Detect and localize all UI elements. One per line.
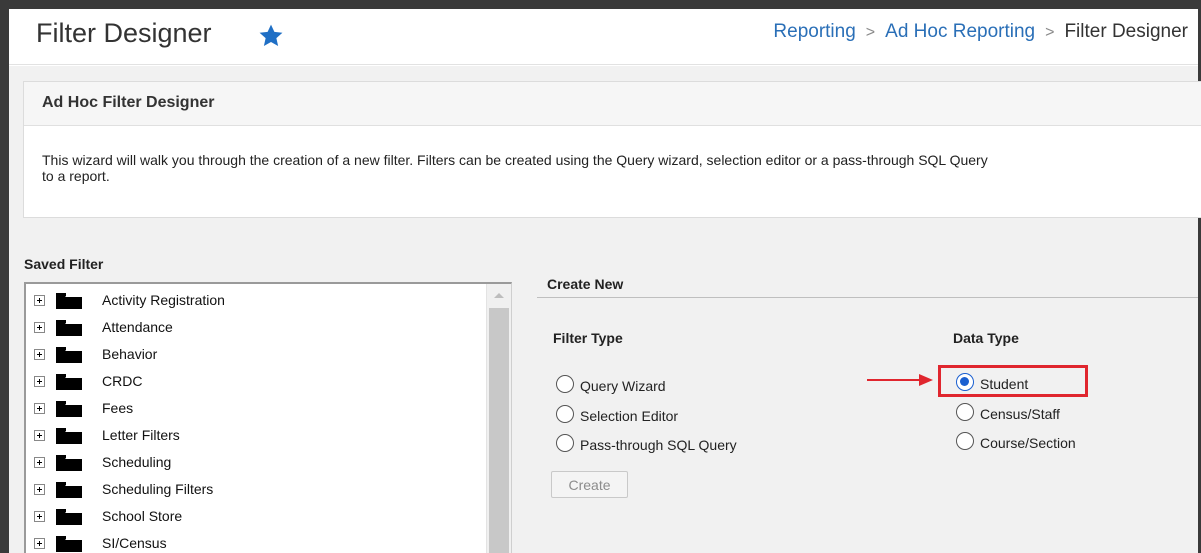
- tree-item-school-store[interactable]: School Store: [34, 506, 182, 526]
- tree-item-crdc[interactable]: CRDC: [34, 371, 142, 391]
- saved-filter-tree[interactable]: Activity Registration Attendance Behavio…: [24, 282, 512, 553]
- plus-box-icon[interactable]: [34, 294, 45, 306]
- radio-button[interactable]: [556, 375, 574, 393]
- folder-icon: [56, 400, 82, 417]
- filter-type-option-pass-through-sql[interactable]: Pass-through SQL Query: [556, 432, 737, 454]
- plus-box-icon[interactable]: [34, 375, 45, 387]
- radio-button[interactable]: [956, 432, 974, 450]
- plus-box-icon[interactable]: [34, 321, 45, 333]
- tree-item-behavior[interactable]: Behavior: [34, 344, 157, 364]
- window-frame-top: [0, 0, 1201, 9]
- chevron-right-icon: >: [865, 24, 876, 41]
- plus-box-icon[interactable]: [34, 456, 45, 468]
- panel-description: This wizard will walk you through the cr…: [42, 152, 1201, 184]
- panel-title: Ad Hoc Filter Designer: [42, 94, 215, 111]
- tree-item-label: Attendance: [102, 319, 173, 335]
- tree-item-attendance[interactable]: Attendance: [34, 317, 173, 337]
- plus-box-icon[interactable]: [34, 537, 45, 549]
- plus-box-icon[interactable]: [34, 402, 45, 414]
- page-header: Filter Designer Reporting > Ad Hoc Reporti…: [9, 9, 1198, 65]
- radio-label: Pass-through SQL Query: [580, 437, 737, 453]
- window-frame-left: [0, 0, 9, 553]
- folder-icon: [56, 481, 82, 498]
- annotation-highlight-box: [938, 365, 1088, 397]
- star-icon[interactable]: [257, 22, 285, 50]
- folder-icon: [56, 319, 82, 336]
- scrollbar-thumb[interactable]: [489, 308, 509, 553]
- filter-type-option-query-wizard[interactable]: Query Wizard: [556, 373, 666, 395]
- radio-label: Selection Editor: [580, 408, 679, 424]
- tree-item-activity-registration[interactable]: Activity Registration: [34, 290, 225, 310]
- create-button[interactable]: Create: [551, 471, 628, 498]
- radio-label: Census/Staff: [980, 406, 1060, 422]
- tree-item-label: Fees: [102, 400, 134, 416]
- folder-icon: [56, 373, 82, 390]
- plus-box-icon[interactable]: [34, 429, 45, 441]
- folder-icon: [56, 427, 82, 444]
- breadcrumb-link-ad-hoc-reporting[interactable]: Ad Hoc Reporting: [885, 21, 1035, 42]
- breadcrumb-current: Filter Designer: [1064, 21, 1188, 42]
- folder-icon: [56, 454, 82, 471]
- folder-icon: [56, 535, 82, 552]
- saved-filter-title: Saved Filter: [24, 256, 104, 272]
- panel-description-line1: This wizard will walk you through the cr…: [42, 152, 988, 168]
- create-new-title: Create New: [547, 276, 624, 292]
- folder-icon: [56, 508, 82, 525]
- scroll-up-icon[interactable]: [494, 293, 504, 298]
- tree-item-label: Activity Registration: [102, 292, 225, 308]
- panel-description-line2: to a report.: [42, 168, 110, 184]
- breadcrumb: Reporting > Ad Hoc Reporting > Filter Design…: [773, 21, 1188, 43]
- tree-item-label: Behavior: [102, 346, 158, 362]
- radio-button[interactable]: [556, 405, 574, 423]
- plus-box-icon[interactable]: [34, 348, 45, 360]
- filter-type-option-selection-editor[interactable]: Selection Editor: [556, 403, 678, 425]
- chevron-right-icon: >: [1045, 24, 1055, 41]
- saved-filter-scrollbar[interactable]: [486, 284, 511, 553]
- tree-item-scheduling-filters[interactable]: Scheduling Filters: [34, 479, 213, 499]
- data-type-option-course-section[interactable]: Course/Section: [956, 430, 1076, 452]
- breadcrumb-link-reporting[interactable]: Reporting: [773, 21, 855, 42]
- radio-label: Query Wizard: [580, 378, 666, 394]
- tree-item-si-census[interactable]: SI/Census: [34, 533, 167, 553]
- tree-item-label: Scheduling: [102, 454, 172, 470]
- radio-button[interactable]: [956, 403, 974, 421]
- folder-icon: [56, 346, 82, 363]
- tree-item-scheduling[interactable]: Scheduling: [34, 452, 171, 472]
- tree-item-fees[interactable]: Fees: [34, 398, 133, 418]
- plus-box-icon[interactable]: [34, 483, 45, 495]
- tree-item-label: Scheduling Filters: [102, 481, 214, 497]
- tree-item-label: Letter Filters: [102, 427, 180, 443]
- tree-item-letter-filters[interactable]: Letter Filters: [34, 425, 180, 445]
- plus-box-icon[interactable]: [34, 510, 45, 522]
- arrow-right-icon: [867, 379, 922, 381]
- folder-icon: [56, 292, 82, 309]
- create-new-divider: [537, 297, 1198, 298]
- tree-item-label: SI/Census: [102, 535, 167, 551]
- arrow-head: [919, 374, 933, 386]
- filter-type-label: Filter Type: [553, 330, 623, 346]
- tree-item-label: CRDC: [102, 373, 143, 389]
- page-title: Filter Designer: [36, 18, 212, 48]
- data-type-option-census-staff[interactable]: Census/Staff: [956, 401, 1060, 423]
- radio-label: Course/Section: [980, 435, 1076, 451]
- tree-item-label: School Store: [102, 508, 183, 524]
- data-type-label: Data Type: [953, 330, 1019, 346]
- radio-button[interactable]: [556, 434, 574, 452]
